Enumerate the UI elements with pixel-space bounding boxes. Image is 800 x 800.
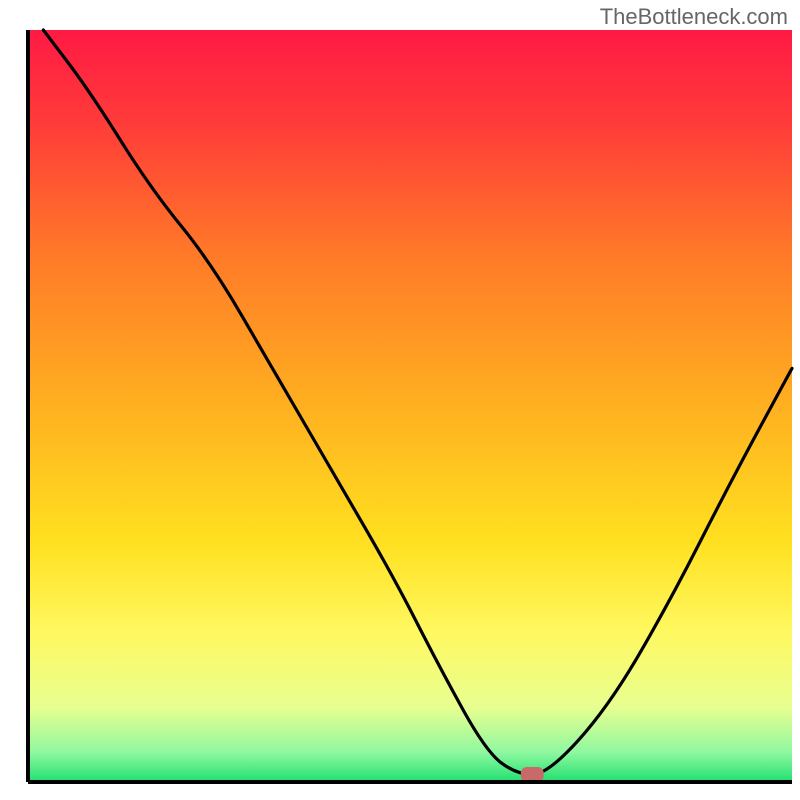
watermark-text: TheBottleneck.com	[600, 4, 788, 30]
chart-container: TheBottleneck.com	[0, 0, 800, 800]
gradient-background	[28, 30, 792, 782]
plot-area	[28, 30, 792, 782]
bottleneck-chart	[0, 0, 800, 800]
optimal-marker	[521, 767, 544, 782]
